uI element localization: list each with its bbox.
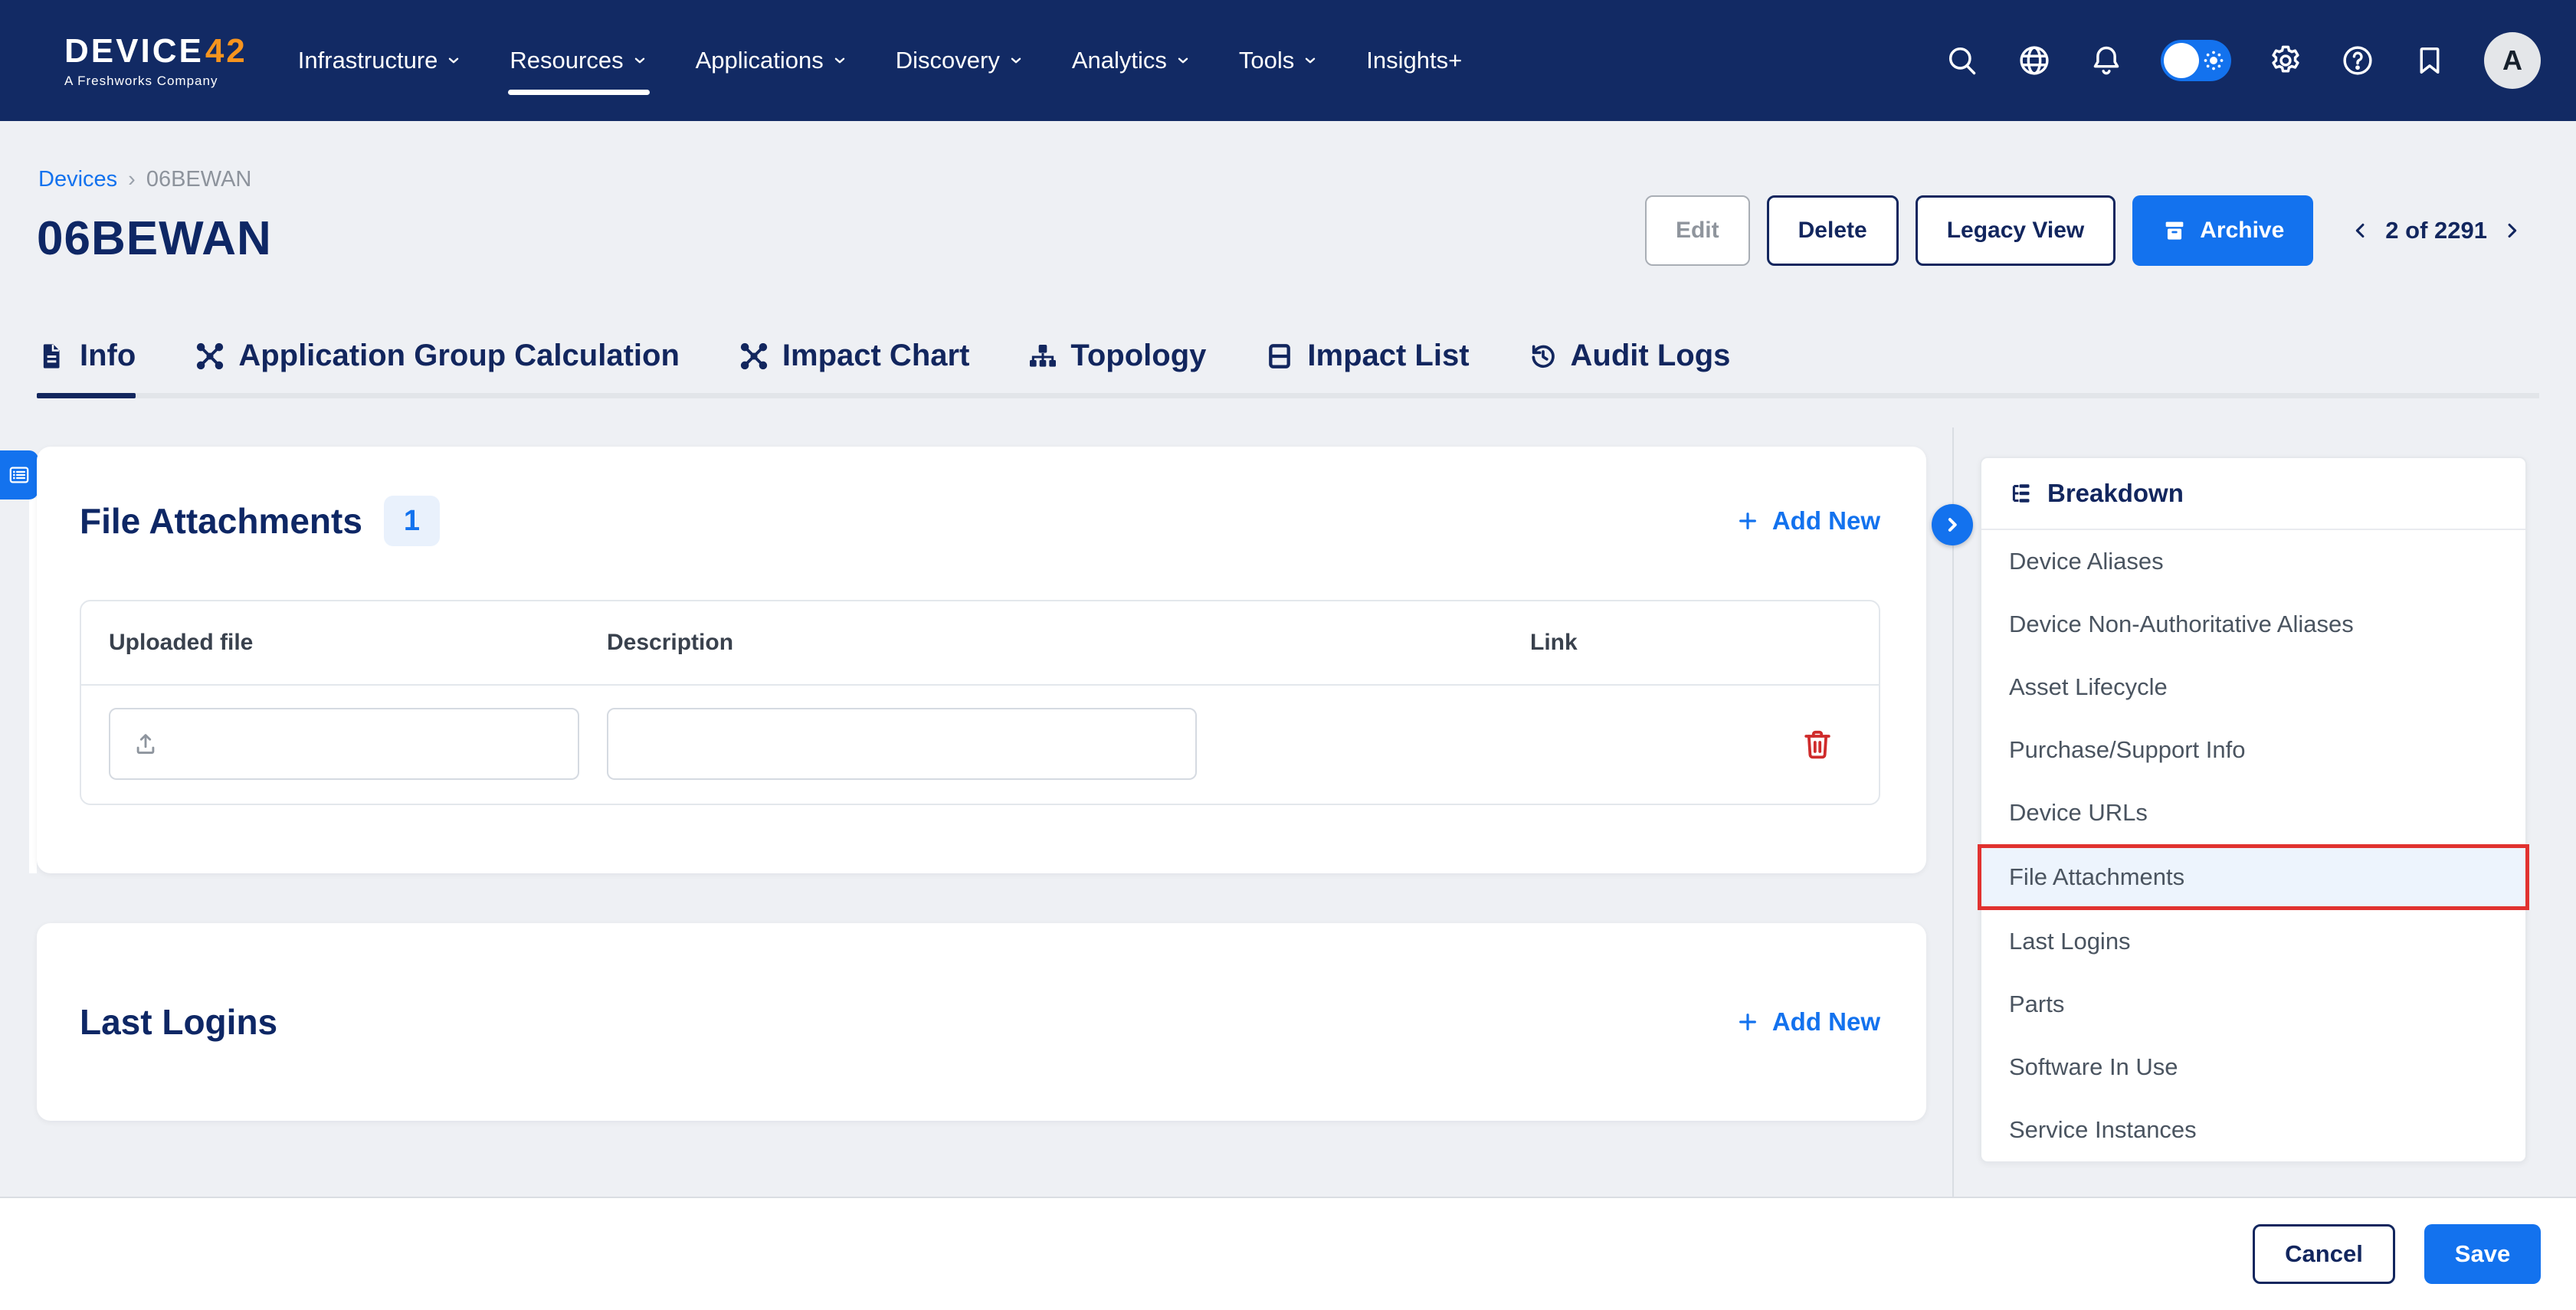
archive-button[interactable]: Archive [2132, 195, 2314, 266]
chevron-down-icon [1011, 57, 1021, 64]
last-logins-title: Last Logins [80, 1002, 278, 1042]
tab-info[interactable]: Info [37, 339, 136, 398]
tab-audit-logs[interactable]: Audit Logs [1528, 339, 1730, 393]
chevron-down-icon [449, 57, 459, 64]
header-link: Link [1530, 630, 1578, 655]
upload-icon [136, 734, 155, 754]
nav-item-analytics[interactable]: Analytics [1072, 0, 1191, 121]
navbar-utilities: A [1945, 32, 2541, 89]
chevron-down-icon [1178, 57, 1188, 64]
top-navbar: DEVICE 42 A Freshworks Company Infrastruc… [0, 0, 2576, 121]
breakdown-panel: Breakdown Device Aliases Device Non-Auth… [1978, 457, 2529, 1163]
legacy-view-button[interactable]: Legacy View [1915, 195, 2116, 266]
tab-impact-list[interactable]: Impact List [1264, 339, 1470, 393]
edit-button[interactable]: Edit [1644, 195, 1750, 266]
description-input[interactable] [607, 708, 1197, 780]
sidebar-item-parts[interactable]: Parts [1981, 973, 2525, 1036]
file-attachments-add-new-button[interactable]: Add New [1735, 506, 1880, 535]
search-icon[interactable] [1945, 43, 1980, 78]
sun-icon [2204, 51, 2224, 70]
trash-icon [1804, 730, 1830, 759]
file-attachments-table: Uploaded file Description Link [80, 600, 1880, 805]
tab-topology[interactable]: Topology [1027, 339, 1206, 393]
audit-logs-icon [1532, 345, 1555, 368]
toggle-knob [2164, 43, 2199, 78]
chevron-down-icon [634, 57, 644, 64]
breadcrumb-current: 06BEWAN [146, 167, 252, 192]
save-button[interactable]: Save [2424, 1224, 2541, 1284]
prev-device-icon[interactable] [2350, 220, 2371, 241]
table-row [81, 686, 1879, 802]
plus-icon [1739, 1014, 1756, 1030]
nav-item-resources[interactable]: Resources [508, 0, 650, 121]
bell-icon[interactable] [2089, 43, 2124, 78]
nav-item-discovery[interactable]: Discovery [896, 0, 1024, 121]
globe-icon[interactable] [2017, 43, 2052, 78]
device-actions: Edit Delete Legacy View Archive 2 of 229… [1644, 195, 2522, 266]
next-device-icon[interactable] [2501, 220, 2522, 241]
delete-row-button[interactable] [1799, 725, 1836, 762]
breadcrumb-devices-link[interactable]: Devices [38, 167, 117, 192]
breakdown-header: Breakdown [1981, 458, 2525, 530]
impact-list-icon [1269, 343, 1291, 368]
sidebar-item-device-urls[interactable]: Device URLs [1981, 781, 2525, 844]
sidebar-item-last-logins[interactable]: Last Logins [1981, 910, 2525, 973]
device-tabs: Info Application Group Calculation Impac… [37, 339, 2539, 398]
header-description: Description [607, 630, 734, 655]
nav-item-insights[interactable]: Insights+ [1366, 0, 1462, 121]
cancel-button[interactable]: Cancel [2253, 1224, 2395, 1284]
delete-button[interactable]: Delete [1766, 195, 1899, 266]
archive-icon [2165, 221, 2184, 240]
sidebar-item-software-in-use[interactable]: Software In Use [1981, 1036, 2525, 1099]
chevron-right-icon [1948, 518, 1957, 532]
document-icon [43, 343, 60, 368]
sidebar-collapse-button[interactable] [1932, 504, 1973, 545]
theme-toggle[interactable] [2161, 40, 2231, 81]
left-panel-strip [29, 498, 37, 873]
nav-item-infrastructure[interactable]: Infrastructure [298, 0, 463, 121]
header-uploaded-file: Uploaded file [109, 630, 254, 655]
sidebar-item-device-aliases[interactable]: Device Aliases [1981, 530, 2525, 593]
tab-application-group-calculation[interactable]: Application Group Calculation [194, 339, 680, 393]
plus-icon [1739, 513, 1756, 529]
section-list-tab[interactable] [0, 450, 38, 499]
pagination-position: 2 of 2291 [2385, 217, 2487, 244]
breadcrumb: Devices › 06BEWAN [38, 167, 251, 192]
app-group-icon [197, 342, 224, 369]
footer-action-bar: Cancel Save [0, 1197, 2576, 1310]
help-icon[interactable] [2340, 43, 2375, 78]
user-avatar[interactable]: A [2484, 32, 2541, 89]
chevron-down-icon [1306, 57, 1316, 64]
file-attachments-section: File Attachments 1 Add New Uploaded file… [37, 447, 1926, 873]
sidebar-item-device-non-authoritative-aliases[interactable]: Device Non-Authoritative Aliases [1981, 593, 2525, 656]
upload-file-input[interactable] [109, 708, 579, 780]
logo-brand: DEVICE [64, 32, 204, 70]
tab-impact-chart[interactable]: Impact Chart [738, 339, 969, 393]
last-logins-section: Last Logins Add New [37, 923, 1926, 1121]
bookmark-icon[interactable] [2412, 43, 2447, 78]
impact-chart-icon [740, 342, 768, 369]
last-logins-add-new-button[interactable]: Add New [1735, 1007, 1880, 1037]
logo-subtitle: A Freshworks Company [64, 74, 218, 88]
sidebar-item-file-attachments[interactable]: File Attachments [1978, 844, 2529, 910]
table-header-row: Uploaded file Description Link [81, 601, 1879, 686]
chevron-down-icon [834, 57, 844, 64]
sidebar-item-service-instances[interactable]: Service Instances [1981, 1099, 2525, 1161]
logo-brand-accent: 42 [205, 32, 247, 70]
sidebar-item-asset-lifecycle[interactable]: Asset Lifecycle [1981, 656, 2525, 719]
page-title: 06BEWAN [37, 212, 272, 265]
nav-item-applications[interactable]: Applications [696, 0, 848, 121]
list-panel-icon [9, 467, 29, 483]
main-nav: Infrastructure Resources Applications Di… [298, 0, 1462, 121]
sidebar-item-purchase-support-info[interactable]: Purchase/Support Info [1981, 719, 2525, 781]
device42-logo[interactable]: DEVICE 42 A Freshworks Company [64, 32, 247, 89]
breakdown-tree-icon [2012, 484, 2030, 503]
device-pagination: 2 of 2291 [2350, 217, 2522, 244]
breadcrumb-separator: › [128, 167, 136, 192]
nav-item-tools[interactable]: Tools [1239, 0, 1319, 121]
file-attachments-title: File Attachments [80, 501, 362, 541]
topology-icon [1030, 344, 1057, 367]
file-attachments-count-badge: 1 [383, 496, 441, 546]
gear-icon[interactable] [2268, 43, 2303, 78]
